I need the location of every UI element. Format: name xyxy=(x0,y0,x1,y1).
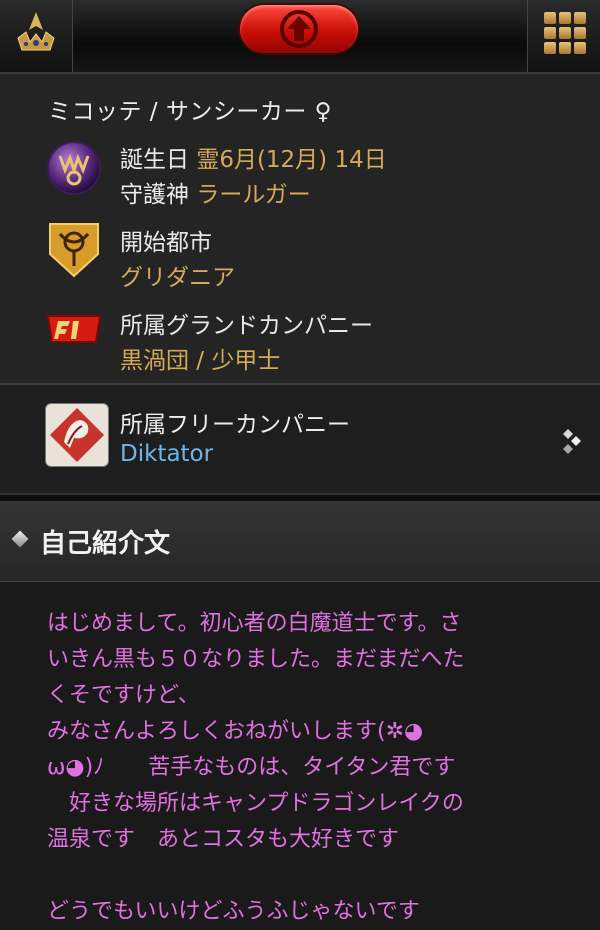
guardian-line: 守護神 ラールガー xyxy=(120,175,311,209)
city-emblem-icon xyxy=(49,223,99,278)
crown-icon xyxy=(17,12,55,51)
grid-menu-icon xyxy=(544,12,586,54)
guardian-value: ラールガー xyxy=(196,182,311,208)
top-bar xyxy=(0,0,600,74)
city-label: 開始都市 xyxy=(120,230,212,256)
diamond-arrows-icon[interactable] xyxy=(561,427,583,457)
self-intro-title: 自己紹介文 xyxy=(40,529,171,559)
free-company-emblem-icon xyxy=(45,403,109,467)
free-company-row[interactable]: 所属フリーカンパニー Diktator xyxy=(0,385,600,495)
self-intro-body: はじめまして。初心者の白魔道士です。さ いきん黒も５０なりました。まだまだへた … xyxy=(0,582,600,930)
gc-value: 黒渦団 / 少甲士 xyxy=(120,348,281,374)
profile-panel: ミコッテ / サンシーカー ♀ 誕生日 霊6月(12月) 14日 守護神 ラール… xyxy=(0,74,600,385)
guardian-label: 守護神 xyxy=(120,182,189,208)
free-company-name[interactable]: Diktator xyxy=(120,441,213,467)
gc-label: 所属グランドカンパニー xyxy=(120,313,373,339)
birthday-label: 誕生日 xyxy=(120,147,189,173)
free-company-label: 所属フリーカンパニー xyxy=(120,412,350,438)
menu-button[interactable] xyxy=(527,0,600,72)
birthday-value: 霊6月(12月) 14日 xyxy=(196,147,387,173)
home-button[interactable] xyxy=(240,5,358,53)
guardian-deity-icon xyxy=(47,141,101,195)
diamond-bullet-icon xyxy=(11,530,29,548)
grand-company-icon xyxy=(46,315,102,343)
crown-button[interactable] xyxy=(0,0,73,72)
home-up-icon xyxy=(280,10,318,48)
race-clan-gender: ミコッテ / サンシーカー ♀ xyxy=(48,99,333,125)
birthday-line: 誕生日 霊6月(12月) 14日 xyxy=(120,140,387,174)
city-value: グリダニア xyxy=(120,265,235,291)
self-intro-text: はじめまして。初心者の白魔道士です。さ いきん黒も５０なりました。まだまだへた … xyxy=(47,611,465,924)
self-intro-header: 自己紹介文 xyxy=(0,501,600,582)
